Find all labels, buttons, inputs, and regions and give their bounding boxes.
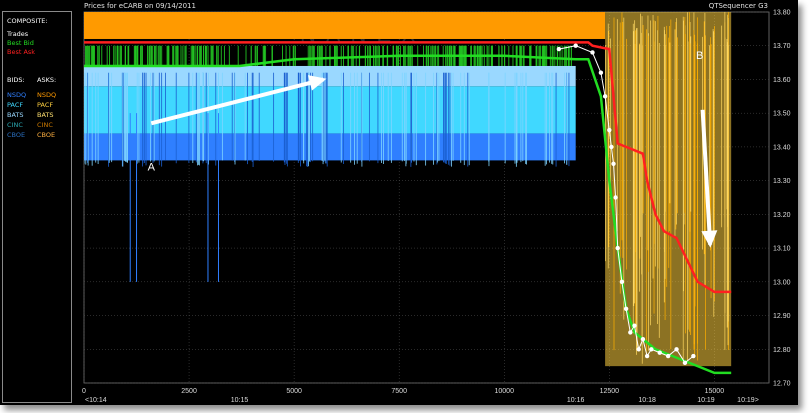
trade-dot xyxy=(623,306,629,311)
trade-dot xyxy=(636,347,641,352)
trade-dot xyxy=(611,161,616,166)
y-tick-label: 13.20 xyxy=(773,212,791,219)
trade-dot xyxy=(573,43,578,48)
trade-dot xyxy=(598,70,604,75)
trade-dot xyxy=(590,50,595,55)
time-tick-label: 10:18 xyxy=(638,397,656,404)
quote-band xyxy=(84,12,606,39)
price-chart: NANEX 12.7012.8012.9013.0013.1013.2013.3… xyxy=(82,10,791,405)
y-tick-label: 13.50 xyxy=(773,111,791,118)
y-tick-label: 13.70 xyxy=(773,43,791,50)
y-tick-label: 12.70 xyxy=(773,381,791,388)
x-tick-label: 7500 xyxy=(391,388,407,395)
annotation-label: B xyxy=(696,50,703,62)
quote-band xyxy=(84,133,576,161)
y-tick-label: 13.00 xyxy=(773,279,791,286)
trade-dot xyxy=(602,94,608,99)
trade-dot xyxy=(607,127,612,133)
trade-dot xyxy=(644,353,650,359)
x-tick-label: 10000 xyxy=(495,388,515,395)
x-tick-label: 5000 xyxy=(286,388,302,395)
trade-dot xyxy=(609,144,614,150)
quote-band xyxy=(84,65,576,87)
y-tick-label: 13.60 xyxy=(773,77,791,84)
trade-dot xyxy=(613,195,618,200)
trade-dot xyxy=(619,279,625,285)
chart-window: Prices for eCARB on 09/14/2011 QTSequenc… xyxy=(0,0,798,405)
time-tick-label: <10:14 xyxy=(85,397,107,404)
annotation-label: A xyxy=(148,162,156,174)
trade-dot xyxy=(665,353,671,359)
x-tick-label: 0 xyxy=(82,388,86,395)
y-tick-label: 12.90 xyxy=(773,313,791,320)
trade-dot xyxy=(556,46,562,52)
time-tick-label: 10:15 xyxy=(231,397,249,404)
trade-dot xyxy=(615,245,620,251)
x-tick-label: 2500 xyxy=(181,388,197,395)
time-tick-label: 10:19 xyxy=(697,397,715,404)
time-tick-label: 10:19> xyxy=(737,397,759,404)
x-tick-label: 12500 xyxy=(600,388,620,395)
trade-dot xyxy=(640,336,646,342)
x-tick-label: 15000 xyxy=(705,388,725,395)
trade-dot xyxy=(682,360,688,365)
y-tick-label: 12.80 xyxy=(773,347,791,354)
time-tick-label: 10:16 xyxy=(567,397,585,404)
trade-dot xyxy=(691,353,696,359)
trade-dot xyxy=(628,330,633,335)
trade-dot xyxy=(632,323,637,328)
trade-dot xyxy=(674,347,679,352)
y-tick-label: 13.40 xyxy=(773,144,791,151)
y-tick-label: 13.30 xyxy=(773,178,791,185)
trade-dot xyxy=(657,350,662,355)
trade-dot xyxy=(649,347,654,352)
quote-band xyxy=(84,86,576,134)
y-tick-label: 13.10 xyxy=(773,246,791,253)
y-tick-label: 13.80 xyxy=(773,10,791,17)
